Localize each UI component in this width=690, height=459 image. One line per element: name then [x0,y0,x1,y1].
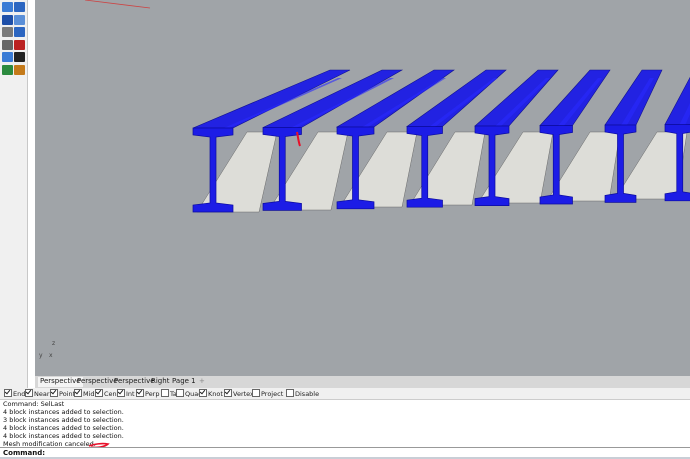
history-line: 3 block instances added to selection. [3,416,124,424]
deck-plate [409,131,486,206]
osnap-checkbox[interactable] [161,389,169,397]
deck-plate [614,131,688,200]
osnap-checkbox[interactable] [252,389,260,397]
osnap-label: Perp [145,390,160,398]
osnap-checkbox[interactable] [286,389,294,397]
osnap-label: Int [126,390,135,398]
osnap-near[interactable]: Near [25,389,50,398]
command-prompt: Command: [3,449,46,457]
osnap-checkbox[interactable] [176,389,184,397]
osnap-label: Point [59,390,76,398]
osnap-label: Knot [208,390,223,398]
osnap-project[interactable]: Project [252,389,283,398]
tab-page-1[interactable]: Page 1 [170,377,198,385]
history-line: 4 block instances added to selection. [3,424,124,432]
osnap-disable[interactable]: Disable [286,389,319,398]
axis-x-label: x [49,352,53,359]
osnap-label: Mid [83,390,95,398]
tab-right[interactable]: Right [149,377,171,385]
command-history: Command: SelLast 4 block instances added… [0,400,690,449]
grid-icon[interactable] [2,39,13,50]
osnap-checkbox[interactable] [25,389,33,397]
pin-icon[interactable] [14,39,25,50]
beam-model [84,0,690,213]
osnap-checkbox[interactable] [199,389,207,397]
layer-icon[interactable] [2,52,13,62]
osnap-vertex[interactable]: Vertex [224,389,254,398]
lasso-icon[interactable] [14,2,25,12]
osnap-cen[interactable]: Cen [95,389,117,398]
axis-y-label: y [39,352,43,359]
history-line: 4 block instances added to selection. [3,432,124,440]
osnap-label: Cen [104,390,117,398]
osnap-end[interactable]: End [4,389,25,398]
osnap-label: Near [34,390,50,398]
osnap-bar: EndNearPointMidCenIntPerpTanQuadKnotVert… [0,388,690,400]
pencil-icon[interactable] [14,64,25,75]
osnap-int[interactable]: Int [117,389,135,398]
deck-plate [196,131,278,213]
osnap-checkbox[interactable] [50,389,58,397]
osnap-mid[interactable]: Mid [74,389,95,398]
select-icon[interactable] [2,2,13,12]
osnap-checkbox[interactable] [117,389,125,397]
add-tab-icon[interactable]: + [197,377,207,385]
perspective-viewport[interactable]: z y x [35,0,690,376]
left-toolbar [0,0,28,396]
horizon-line [84,0,151,9]
osnap-checkbox[interactable] [95,389,103,397]
osnap-label: End [13,390,26,398]
osnap-checkbox[interactable] [74,389,82,397]
check-icon[interactable] [14,52,25,62]
transform-icon[interactable] [14,27,25,37]
render-icon[interactable] [2,64,13,75]
history-line: Command: SelLast [3,400,65,408]
history-line: 4 block instances added to selection. [3,408,124,416]
axis-z-label: z [52,340,56,347]
osnap-perp[interactable]: Perp [136,389,160,398]
osnap-checkbox[interactable] [224,389,232,397]
viewport-tab-bar: Perspective Perspective Perspective Righ… [35,376,690,388]
mesh-icon[interactable] [2,27,13,37]
osnap-label: Project [261,390,284,398]
osnap-label: Vertex [233,390,254,398]
osnap-checkbox[interactable] [136,389,144,397]
deck-plate [339,131,418,208]
osnap-point[interactable]: Point [50,389,75,398]
box-icon[interactable] [14,14,25,25]
osnap-label: Disable [295,390,320,398]
osnap-checkbox[interactable] [4,389,12,397]
osnap-knot[interactable]: Knot [199,389,223,398]
sphere-icon[interactable] [2,14,13,25]
